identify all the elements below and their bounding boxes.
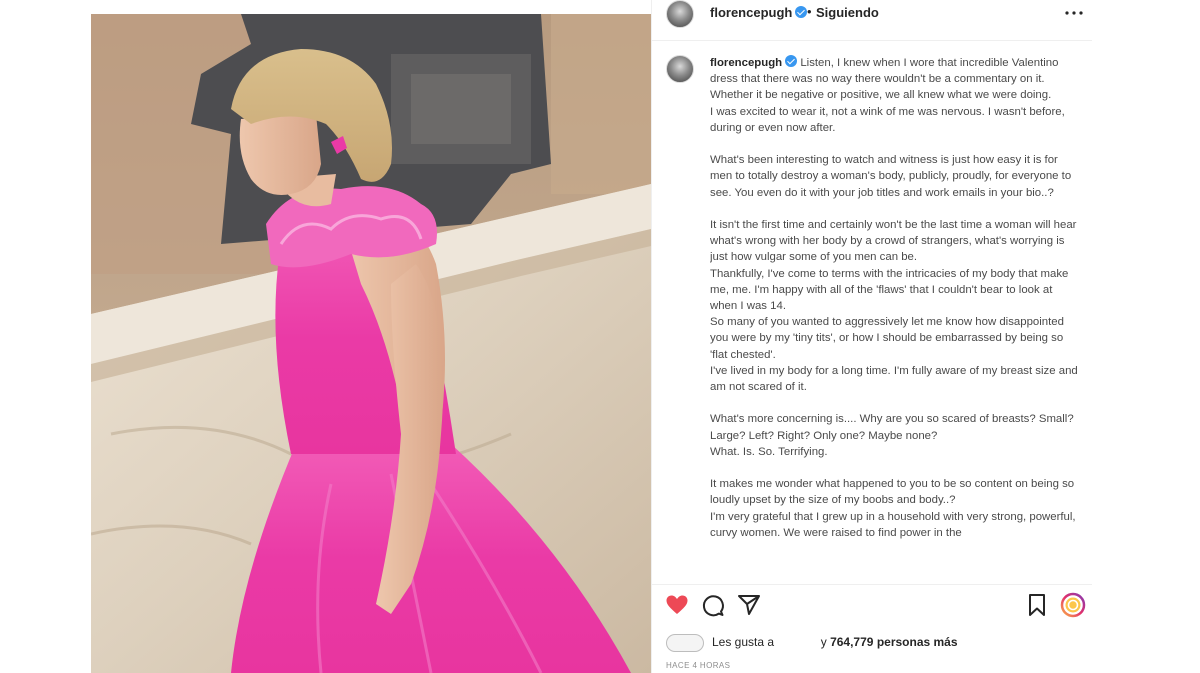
photo-scene — [91, 14, 651, 673]
caption-line: I'm very grateful that I grew up in a ho… — [710, 510, 1076, 539]
caption-line: It makes me wonder what happened to you … — [710, 478, 1075, 507]
share-button[interactable] — [736, 592, 762, 618]
likes-count[interactable]: 764,779 — [830, 635, 873, 649]
post-header: florencepugh • Siguiendo — [652, 0, 1092, 30]
post-photo[interactable] — [91, 14, 651, 673]
post-timestamp[interactable]: HACE 4 HORAS — [666, 661, 730, 670]
action-bar — [652, 592, 1092, 622]
caption-paragraph: florencepugh Listen, I knew when I wore … — [710, 55, 1082, 104]
save-button[interactable] — [1024, 592, 1050, 618]
avatar[interactable] — [666, 0, 694, 28]
caption-username-text[interactable]: florencepugh — [710, 57, 782, 69]
separator-dot: • — [807, 4, 812, 19]
post-caption: florencepugh Listen, I knew when I wore … — [710, 55, 1082, 579]
post-side-panel: florencepugh • Siguiendo florencepugh Li… — [651, 0, 1092, 673]
divider — [652, 40, 1092, 41]
more-options-button[interactable] — [1062, 4, 1086, 22]
caption-line: I've lived in my body for a long time. I… — [710, 364, 1078, 394]
like-button[interactable] — [664, 592, 690, 618]
caption-line: So many of you wanted to aggressively le… — [710, 316, 1064, 361]
liker-avatars — [666, 634, 704, 652]
caption-line: What's been interesting to watch and wit… — [710, 154, 1072, 199]
comment-icon — [700, 595, 726, 621]
likes-prefix: Les gusta a — [712, 635, 775, 650]
heart-icon — [664, 595, 690, 621]
likes-summary[interactable]: Les gusta a y 764,779 personas más — [666, 634, 958, 652]
verified-icon — [795, 6, 808, 18]
author-username[interactable]: florencepugh — [710, 5, 808, 20]
follow-status-button[interactable]: Siguiendo — [816, 5, 879, 20]
divider — [652, 584, 1092, 585]
more-icon — [1062, 10, 1086, 25]
caption-line: It isn't the first time and certainly wo… — [710, 219, 1077, 264]
caption-username[interactable]: florencepugh — [710, 55, 798, 69]
caption-avatar[interactable] — [666, 55, 694, 83]
share-icon — [736, 595, 762, 621]
caption-line: What. Is. So. Terrifying. — [710, 445, 828, 458]
likes-suffix[interactable]: personas más — [877, 635, 958, 649]
caption-line: I was excited to wear it, not a wink of … — [710, 105, 1065, 134]
caption-line: What's more concerning is.... Why are yo… — [710, 413, 1074, 442]
caption-line: Thankfully, I've come to terms with the … — [710, 267, 1069, 313]
bookmark-icon — [1024, 594, 1050, 621]
story-ring-icon[interactable] — [1060, 592, 1086, 618]
verified-icon — [785, 55, 798, 67]
comment-button[interactable] — [700, 592, 726, 618]
likes-middle: y — [820, 635, 827, 650]
author-username-text[interactable]: florencepugh — [710, 5, 792, 20]
